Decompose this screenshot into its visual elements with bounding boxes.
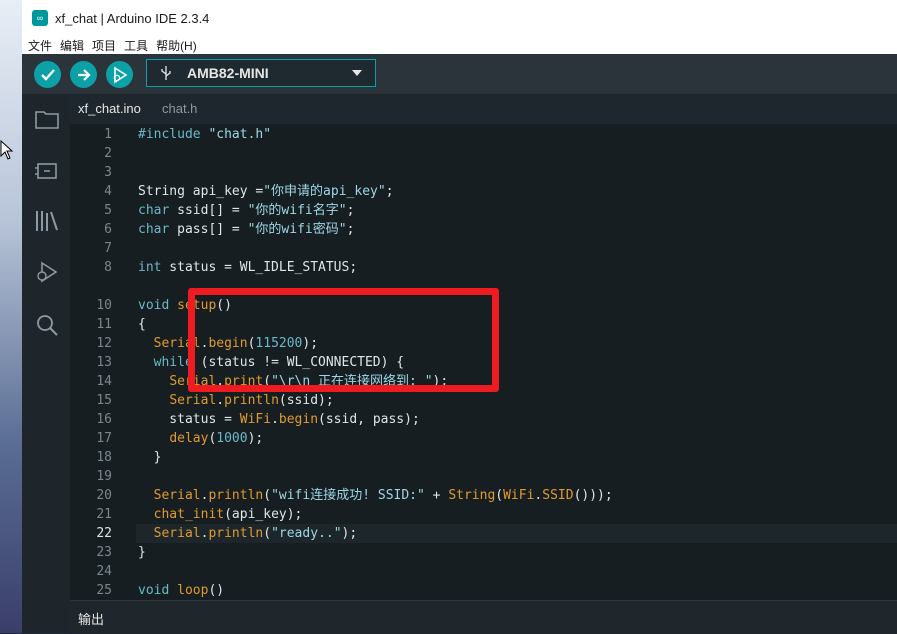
line-number: 19 (96, 469, 112, 484)
line-number: 10 (96, 298, 112, 313)
code-line: Serial.print("\r\n 正在连接网络到: "); (169, 374, 449, 389)
folder-icon[interactable] (34, 106, 60, 132)
code-line: status = WiFi.begin(ssid, pass); (138, 412, 420, 427)
menu-help[interactable]: 帮助(H) (156, 37, 197, 54)
tab-xf-chat-ino[interactable]: xf_chat.ino (78, 94, 141, 124)
code-line: } (138, 450, 162, 465)
arduino-logo-icon: ∞ (32, 10, 48, 26)
line-number: 15 (96, 393, 112, 408)
title-bar: ∞ xf_chat | Arduino IDE 2.3.4 (22, 0, 897, 36)
line-number: 12 (96, 336, 112, 351)
editor-tabs: xf_chat.ino chat.h (70, 94, 897, 124)
line-number: 18 (96, 450, 112, 465)
code-line: while (status != WL_CONNECTED) { (153, 355, 405, 370)
code-line: int status = WL_IDLE_STATUS; (138, 260, 358, 275)
line-number: 8 (104, 260, 112, 275)
check-icon (40, 68, 55, 81)
line-number: 16 (96, 412, 112, 427)
menu-file[interactable]: 文件 (28, 37, 52, 54)
toolbar: AMB82-MINI (22, 54, 897, 94)
window-title: xf_chat | Arduino IDE 2.3.4 (55, 10, 210, 26)
line-number: 14 (96, 374, 112, 389)
chevron-down-icon (352, 70, 362, 76)
line-number: 4 (104, 184, 112, 199)
code-line: } (138, 545, 146, 560)
board-manager-icon[interactable] (34, 158, 60, 184)
code-line: delay(1000); (169, 431, 264, 446)
desktop-background (0, 0, 22, 633)
library-icon[interactable] (34, 208, 60, 234)
code-editor[interactable]: 1 2 3 4 5 6 7 8 10 11 12 13 14 15 16 17 … (70, 124, 897, 600)
line-number-current: 22 (96, 526, 112, 541)
arrow-right-icon (77, 68, 91, 81)
debug-button[interactable] (106, 61, 133, 88)
code-line: void setup() (138, 298, 232, 313)
code-line: Serial.begin(115200); (153, 336, 319, 351)
line-number: 1 (104, 127, 112, 142)
output-panel-header[interactable]: 输出 (70, 600, 897, 634)
menu-project[interactable]: 项目 (92, 37, 116, 54)
line-number: 25 (96, 583, 112, 598)
line-number: 24 (96, 564, 112, 579)
line-number: 11 (96, 317, 112, 332)
line-number: 21 (96, 507, 112, 522)
search-icon[interactable] (34, 312, 60, 338)
code-line: Serial.println(ssid); (169, 393, 334, 408)
line-number: 13 (96, 355, 112, 370)
code-line: String api_key ="你申请的api_key"; (138, 184, 394, 199)
line-number: 7 (104, 241, 112, 256)
debug-icon[interactable] (34, 260, 60, 286)
code-line: Serial.println("ready.."); (153, 526, 358, 541)
board-name: AMB82-MINI (187, 65, 269, 81)
output-label: 输出 (78, 612, 105, 627)
menu-edit[interactable]: 编辑 (60, 37, 84, 54)
line-number-gutter: 1 2 3 4 5 6 7 8 10 11 12 13 14 15 16 17 … (70, 124, 136, 600)
verify-button[interactable] (34, 61, 61, 88)
code-line: void loop() (138, 583, 225, 598)
line-number: 3 (104, 165, 112, 180)
debug-play-icon (113, 66, 127, 83)
code-line: { (138, 317, 146, 332)
menu-bar: 文件 编辑 项目 工具 帮助(H) (22, 36, 897, 54)
arduino-ide-window: ∞ xf_chat | Arduino IDE 2.3.4 文件 编辑 项目 工… (22, 0, 897, 634)
line-number: 17 (96, 431, 112, 446)
code-line: #include "chat.h" (138, 127, 272, 142)
usb-icon (161, 66, 171, 80)
mouse-cursor-icon (0, 140, 14, 160)
code-line: Serial.println("wifi连接成功! SSID:" + Strin… (153, 488, 613, 503)
line-number: 20 (96, 488, 112, 503)
menu-tools[interactable]: 工具 (124, 37, 148, 54)
line-number: 2 (104, 146, 112, 161)
activity-sidebar (22, 94, 70, 633)
code-line: char pass[] = "你的wifi密码"; (138, 222, 355, 237)
line-number: 5 (104, 203, 112, 218)
code-line: char ssid[] = "你的wifi名字"; (138, 203, 355, 218)
line-number: 6 (104, 222, 112, 237)
upload-button[interactable] (70, 61, 97, 88)
board-selector[interactable]: AMB82-MINI (146, 59, 376, 87)
line-number: 23 (96, 545, 112, 560)
code-line: chat_init(api_key); (153, 507, 303, 522)
tab-chat-h[interactable]: chat.h (162, 94, 197, 124)
